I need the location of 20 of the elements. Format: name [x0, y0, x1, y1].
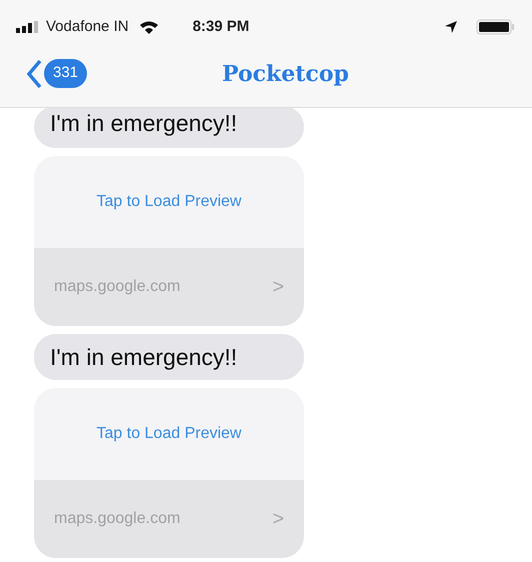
back-chevron-icon [26, 58, 42, 88]
back-button[interactable]: 331 [26, 58, 88, 88]
load-preview-link[interactable]: Tap to Load Preview [96, 422, 242, 446]
chevron-icon: > [272, 272, 284, 302]
link-preview-card[interactable]: Tap to Load Preview maps.google.com > [34, 156, 304, 326]
signal-icon [16, 21, 40, 33]
link-domain: maps.google.com [54, 277, 180, 297]
carrier-name: Vodafone IN [46, 16, 129, 37]
chevron-icon: > [272, 504, 284, 534]
message-bubble: I'm in emergency!! [34, 334, 304, 380]
battery-icon [476, 19, 516, 35]
link-preview-card[interactable]: Tap to Load Preview maps.google.com > [34, 388, 304, 558]
wifi-icon [138, 20, 159, 34]
location-arrow-icon [444, 20, 458, 34]
message-bubble: I'm in emergency!! [34, 106, 304, 148]
conversation-title: Pocketcop [222, 60, 349, 89]
link-domain: maps.google.com [54, 509, 180, 529]
unread-count-badge: 331 [44, 59, 88, 88]
load-preview-link[interactable]: Tap to Load Preview [96, 190, 242, 214]
status-time: 8:39 PM [192, 16, 250, 37]
